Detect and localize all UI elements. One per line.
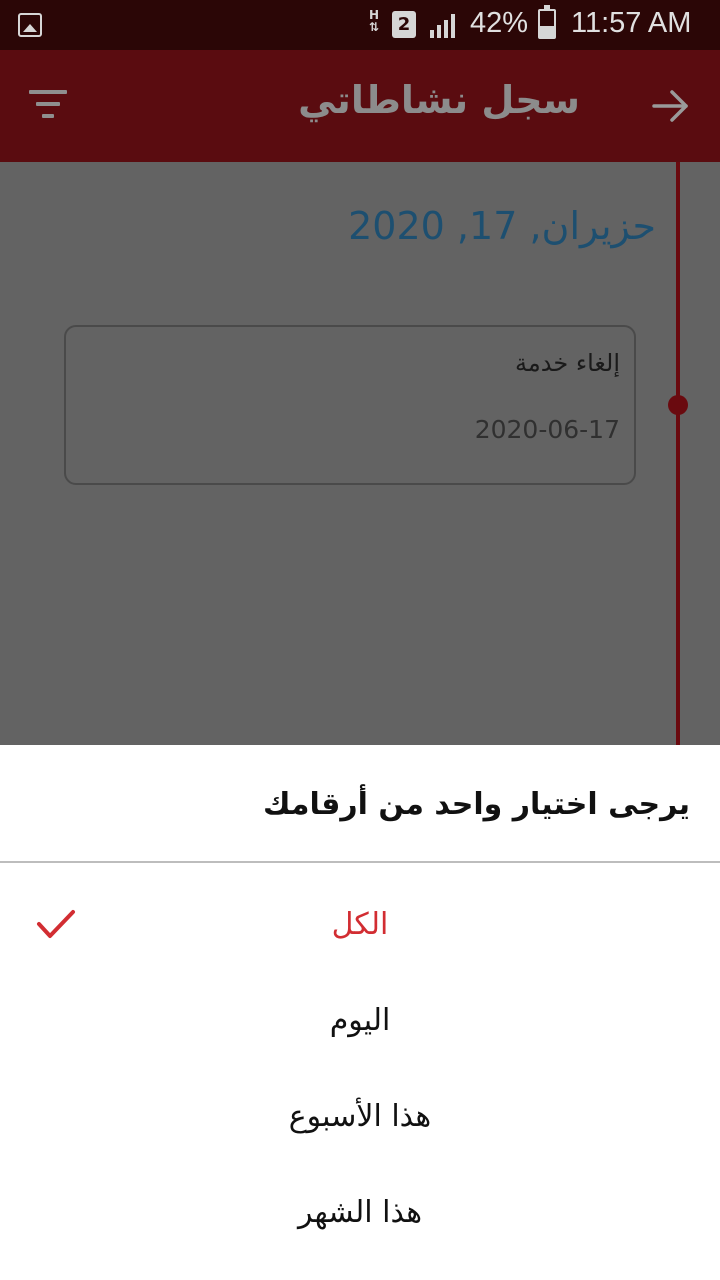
option-label: هذا الأسبوع xyxy=(288,1099,432,1134)
option-label: اليوم xyxy=(329,1003,391,1038)
number-picker-sheet: يرجى اختيار واحد من أرقامك الكل اليوم هذ… xyxy=(0,745,720,1280)
activity-card[interactable]: إلغاء خدمة 2020-06-17 xyxy=(64,325,636,485)
divider xyxy=(0,861,720,863)
page-title: سجل نشاطاتي xyxy=(298,78,580,122)
battery-icon xyxy=(538,5,556,39)
clock: 11:57 AM xyxy=(571,7,692,39)
sim-2-icon: 2 xyxy=(392,11,416,38)
timeline-dot xyxy=(668,395,688,415)
sheet-title: يرجى اختيار واحد من أرقامك xyxy=(262,787,690,822)
h-network-icon: H ⇅ xyxy=(368,8,380,34)
activity-date: 2020-06-17 xyxy=(474,415,620,444)
battery-fill xyxy=(540,26,554,37)
signal-icon xyxy=(430,14,455,38)
option-this-week[interactable]: هذا الأسبوع xyxy=(0,1077,720,1167)
battery-percent: 42% xyxy=(470,7,529,39)
option-label: الكل xyxy=(331,907,389,942)
date-heading: حزيران, 17, 2020 xyxy=(348,204,656,248)
option-today[interactable]: اليوم xyxy=(0,981,720,1071)
status-bar: H ⇅ 2 42% 11:57 AM xyxy=(0,0,720,50)
network-h-label: H xyxy=(368,8,380,22)
option-label: هذا الشهر xyxy=(297,1195,423,1230)
back-arrow-icon[interactable] xyxy=(650,86,690,126)
activity-title: إلغاء خدمة xyxy=(515,349,620,377)
app-bar: سجل نشاطاتي xyxy=(0,50,720,162)
gallery-icon xyxy=(18,13,42,37)
option-all[interactable]: الكل xyxy=(0,885,720,975)
filter-icon[interactable] xyxy=(29,90,67,120)
option-this-month[interactable]: هذا الشهر xyxy=(0,1173,720,1263)
timeline-line xyxy=(676,162,680,745)
activity-timeline: حزيران, 17, 2020 إلغاء خدمة 2020-06-17 xyxy=(0,162,720,745)
